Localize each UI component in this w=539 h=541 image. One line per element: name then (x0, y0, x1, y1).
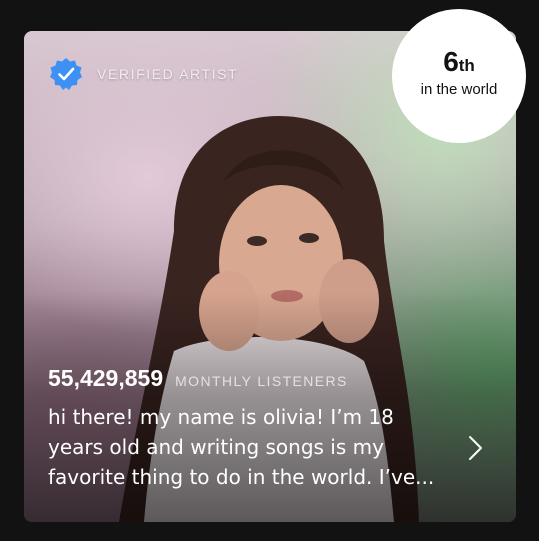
verified-artist-badge: VERIFIED ARTIST (49, 57, 238, 91)
world-rank-badge: 6th in the world (392, 9, 526, 143)
bio-line: years old and writing songs is my (48, 435, 384, 459)
artist-bio[interactable]: hi there! my name is olivia! I’m 18 year… (48, 402, 448, 492)
monthly-listeners-count: 55,429,859 (48, 365, 164, 391)
verified-artist-label: VERIFIED ARTIST (97, 66, 239, 82)
world-rank-number: 6th (392, 47, 526, 81)
rank-value: 6 (443, 46, 459, 77)
monthly-listeners-label: MONTHLY LISTENERS (175, 373, 348, 389)
bio-line: hi there! my name is olivia! I’m 18 (48, 405, 394, 429)
chevron-right-icon[interactable] (462, 434, 488, 462)
world-rank-caption: in the world (420, 81, 498, 98)
bio-line: favorite thing to do in the world. I’ve.… (48, 465, 435, 489)
rank-suffix: th (458, 56, 475, 75)
monthly-listeners: 55,429,859 MONTHLY LISTENERS (48, 365, 348, 392)
verified-check-icon (50, 58, 82, 90)
